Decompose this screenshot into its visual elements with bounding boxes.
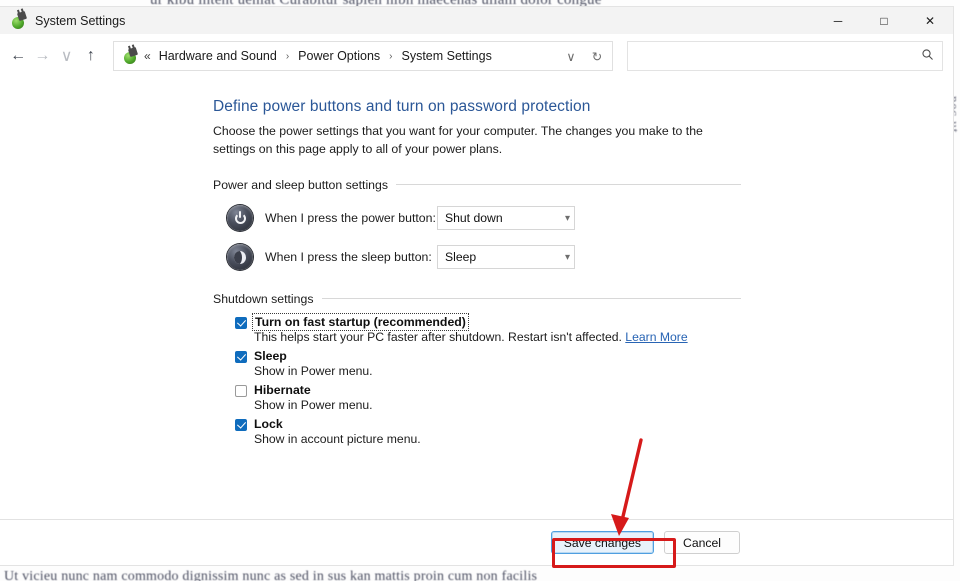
breadcrumb-hardware-and-sound[interactable]: Hardware and Sound xyxy=(156,46,280,66)
address-bar[interactable]: « Hardware and Sound › Power Options › S… xyxy=(113,41,613,71)
sleep-button-icon xyxy=(227,244,253,270)
power-sleep-section: Power and sleep button settings When I p… xyxy=(213,178,741,273)
breadcrumb-separator-1[interactable]: › xyxy=(280,51,295,62)
settings-panel: Define power buttons and turn on passwor… xyxy=(213,98,741,446)
lock-description: Show in account picture menu. xyxy=(254,432,741,446)
save-changes-button[interactable]: Save changes xyxy=(551,531,654,554)
page-title: Define power buttons and turn on passwor… xyxy=(213,98,741,116)
hibernate-label[interactable]: Hibernate xyxy=(254,383,311,397)
footer-buttons: Save changes Cancel xyxy=(551,531,740,554)
breadcrumb-power-options[interactable]: Power Options xyxy=(295,46,383,66)
up-button[interactable]: ↑ xyxy=(79,41,103,71)
section-divider xyxy=(322,298,742,299)
content-area: Define power buttons and turn on passwor… xyxy=(0,78,953,565)
forward-button[interactable]: → xyxy=(30,41,54,71)
sleep-button-label: When I press the sleep button: xyxy=(265,250,437,264)
power-sleep-rows: When I press the power button: Shut down… xyxy=(213,203,741,273)
checkbox-row-sleep[interactable]: Sleep xyxy=(235,349,741,363)
shutdown-options-list: Turn on fast startup (recommended) This … xyxy=(235,315,741,446)
power-button-select-value: Shut down xyxy=(445,211,565,225)
page-description: Choose the power settings that you want … xyxy=(213,123,728,159)
search-icon[interactable] xyxy=(921,48,934,64)
learn-more-link[interactable]: Learn More xyxy=(625,330,687,344)
sleep-button-select[interactable]: Sleep ▾ xyxy=(437,245,575,269)
checkbox-row-fast-startup[interactable]: Turn on fast startup (recommended) xyxy=(235,315,741,329)
power-sleep-heading-label: Power and sleep button settings xyxy=(213,178,396,192)
cancel-button[interactable]: Cancel xyxy=(664,531,740,554)
chevron-down-icon: ▾ xyxy=(565,213,570,224)
sleep-label[interactable]: Sleep xyxy=(254,349,287,363)
window-title: System Settings xyxy=(35,14,125,28)
sleep-button-row: When I press the sleep button: Sleep ▾ xyxy=(213,242,741,273)
fast-startup-label[interactable]: Turn on fast startup (recommended) xyxy=(254,315,467,329)
close-button[interactable]: ✕ xyxy=(907,7,953,34)
checkbox-row-lock[interactable]: Lock xyxy=(235,417,741,431)
power-button-icon xyxy=(227,205,253,231)
shutdown-heading: Shutdown settings xyxy=(213,292,741,306)
system-settings-window: System Settings ─ □ ✕ ← → ∨ ↑ « Hardware… xyxy=(0,6,954,566)
title-bar[interactable]: System Settings ─ □ ✕ xyxy=(0,7,953,34)
window-controls: ─ □ ✕ xyxy=(815,7,953,34)
section-divider xyxy=(396,184,741,185)
maximize-button[interactable]: □ xyxy=(861,7,907,34)
minimize-button[interactable]: ─ xyxy=(815,7,861,34)
lock-checkbox[interactable] xyxy=(235,419,247,431)
fast-startup-description: This helps start your PC faster after sh… xyxy=(254,330,741,344)
power-button-select[interactable]: Shut down ▾ xyxy=(437,206,575,230)
chevron-down-icon: ▾ xyxy=(565,252,570,263)
fast-startup-checkbox[interactable] xyxy=(235,317,247,329)
hibernate-checkbox[interactable] xyxy=(235,385,247,397)
fast-startup-description-text: This helps start your PC faster after sh… xyxy=(254,330,622,344)
power-button-row: When I press the power button: Shut down… xyxy=(213,203,741,234)
search-box[interactable] xyxy=(627,41,943,71)
recent-locations-button[interactable]: ∨ xyxy=(55,41,79,71)
lock-label[interactable]: Lock xyxy=(254,417,283,431)
footer-bar: Save changes Cancel xyxy=(0,519,953,565)
chevron-down-icon[interactable]: ∨ xyxy=(558,43,584,69)
breadcrumb-system-settings[interactable]: System Settings xyxy=(399,46,495,66)
sleep-description: Show in Power menu. xyxy=(254,364,741,378)
shutdown-heading-label: Shutdown settings xyxy=(213,292,322,306)
breadcrumb-separator-2[interactable]: › xyxy=(383,51,398,62)
breadcrumb-power-options-icon xyxy=(122,48,138,64)
breadcrumb-overflow-icon[interactable]: « xyxy=(144,49,151,63)
back-button[interactable]: ← xyxy=(6,41,30,71)
background-text-bottom: Ut vicieu nunc nam commodo dignissim nun… xyxy=(4,569,537,581)
navigation-bar: ← → ∨ ↑ « Hardware and Sound › Power Opt… xyxy=(0,34,953,78)
sleep-checkbox[interactable] xyxy=(235,351,247,363)
shutdown-section: Shutdown settings Turn on fast startup (… xyxy=(213,292,741,446)
footer-divider xyxy=(0,519,953,520)
power-button-label: When I press the power button: xyxy=(265,211,437,225)
search-input[interactable] xyxy=(638,48,921,64)
refresh-icon[interactable]: ↻ xyxy=(584,43,610,69)
power-options-icon xyxy=(10,12,27,29)
checkbox-row-hibernate[interactable]: Hibernate xyxy=(235,383,741,397)
hibernate-description: Show in Power menu. xyxy=(254,398,741,412)
power-sleep-heading: Power and sleep button settings xyxy=(213,178,741,192)
sleep-button-select-value: Sleep xyxy=(445,250,565,264)
